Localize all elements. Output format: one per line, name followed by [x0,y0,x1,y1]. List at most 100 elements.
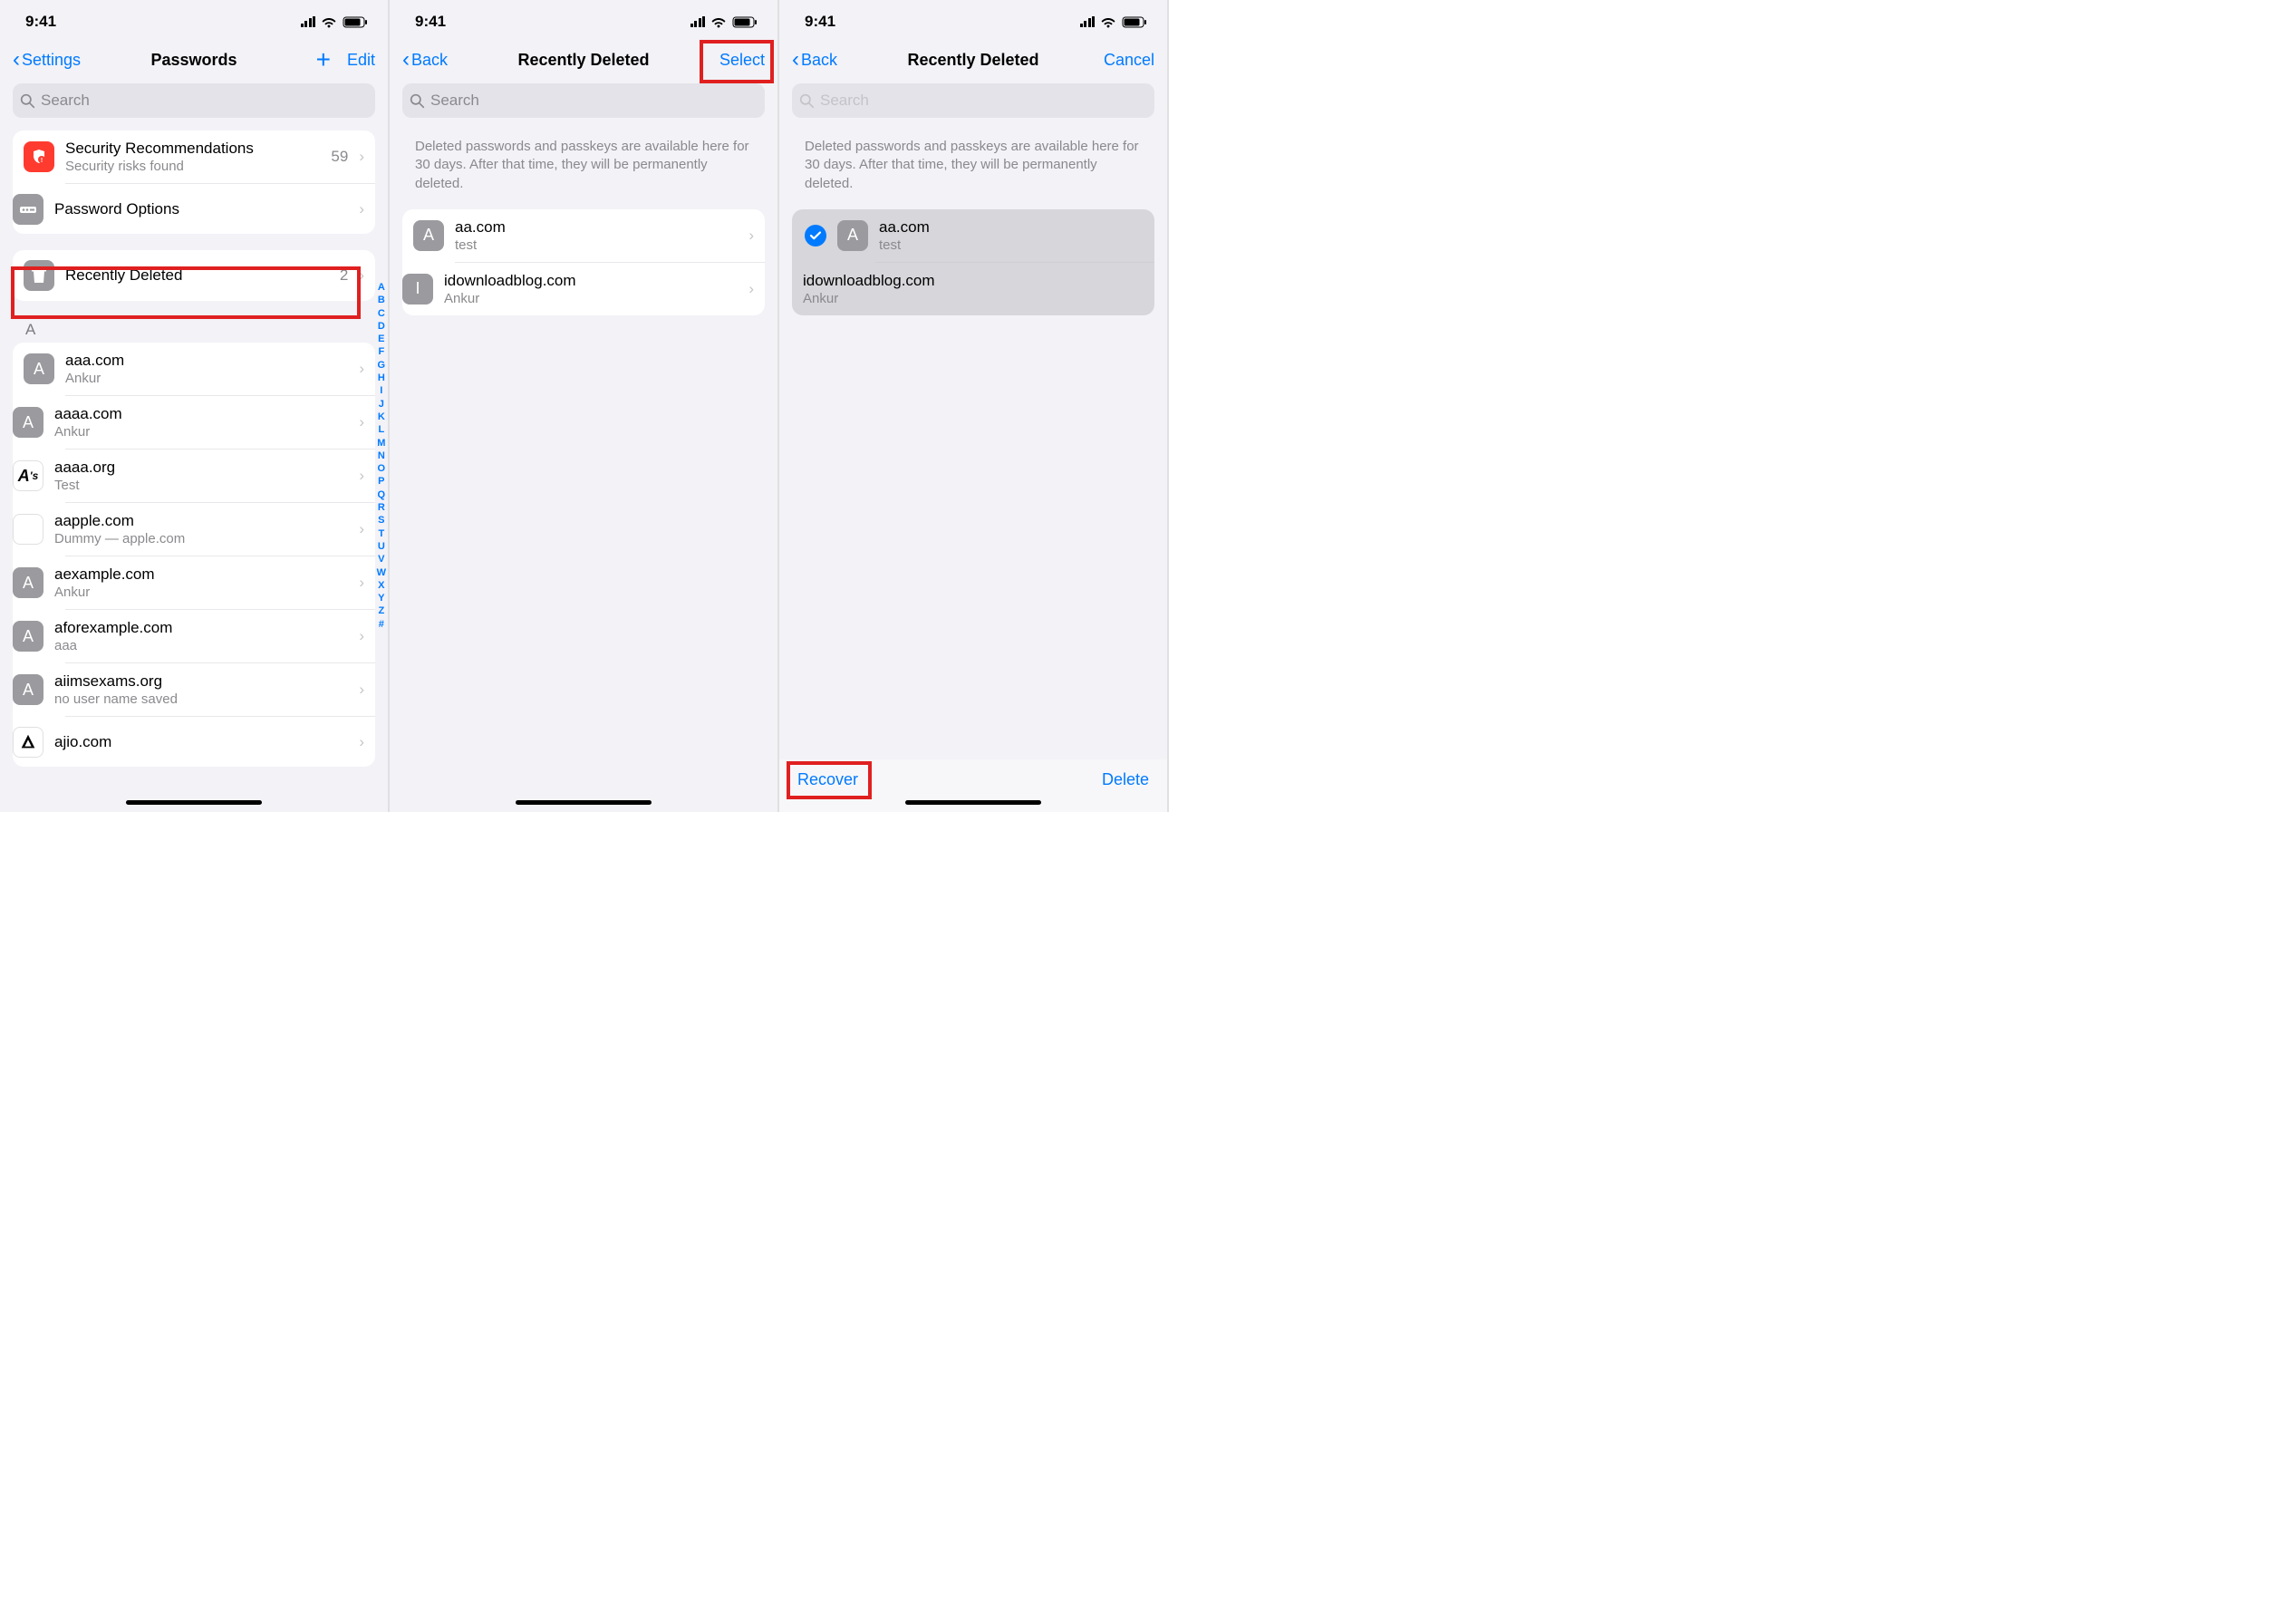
index-letter[interactable]: T [377,527,386,540]
status-bar: 9:41 [779,0,1167,40]
index-letter[interactable]: R [377,501,386,514]
deleted-row[interactable]: Iidownloadblog.comAnkur› [455,262,765,315]
screen-passwords: 9:41 ‹ Settings Passwords + Edit Search … [0,0,390,812]
back-button[interactable]: ‹ Back [792,47,837,72]
trash-icon [24,260,54,291]
row-count: 59 [331,148,348,166]
deleted-row-selected[interactable]: Iidownloadblog.comAnkur [875,262,1154,315]
wifi-icon [710,16,727,28]
index-letter[interactable]: V [377,553,386,566]
page-title: Recently Deleted [907,51,1038,70]
home-indicator[interactable] [905,800,1041,805]
add-button[interactable]: + [316,45,331,74]
password-row[interactable]: aapple.comDummy — apple.com› [65,502,375,556]
search-input[interactable]: Search [402,83,765,118]
nav-bar: ‹ Settings Passwords + Edit [0,40,388,80]
select-button[interactable]: Select [719,51,765,70]
alpha-index[interactable]: ABCDEFGHIJKLMNOPQRSTUVWXYZ# [377,281,386,631]
cellular-icon [690,16,706,27]
password-row[interactable]: Aaaaa.comAnkur› [65,395,375,449]
back-label: Settings [22,51,81,70]
index-letter[interactable]: Z [377,604,386,617]
index-letter[interactable]: W [377,566,386,579]
search-input[interactable]: Search [13,83,375,118]
index-letter[interactable]: M [377,437,386,450]
home-indicator[interactable] [126,800,262,805]
row-title: Password Options [54,200,348,218]
index-letter[interactable]: X [377,579,386,592]
status-bar: 9:41 [390,0,777,40]
password-row[interactable]: Aaaa.comAnkur› [13,343,375,395]
password-options-row[interactable]: Password Options › [65,183,375,234]
index-letter[interactable]: K [377,411,386,423]
index-letter[interactable]: H [377,372,386,384]
index-letter[interactable]: Y [377,592,386,604]
chevron-right-icon: › [748,280,754,298]
index-letter[interactable]: E [377,333,386,345]
index-letter[interactable]: C [377,307,386,320]
battery-icon [343,16,368,28]
site-icon: A's [13,460,43,491]
index-letter[interactable]: B [377,294,386,306]
row-title: idownloadblog.com [803,272,1144,290]
chevron-right-icon: › [748,227,754,245]
site-letter-icon: A [413,220,444,251]
row-title: aaaa.org [54,459,348,477]
row-sub: Ankur [65,371,348,386]
index-letter[interactable]: U [377,540,386,553]
nav-bar: ‹ Back Recently Deleted Select [390,40,777,80]
index-letter[interactable]: A [377,281,386,294]
deleted-row-selected[interactable]: Aaa.comtest [792,209,1154,262]
index-letter[interactable]: # [377,618,386,631]
chevron-right-icon: › [359,148,364,166]
edit-button[interactable]: Edit [347,51,375,70]
password-row[interactable]: Aaforexample.comaaa› [65,609,375,662]
row-sub: aaa [54,638,348,653]
chevron-right-icon: › [359,574,364,592]
row-sub: test [879,237,1144,253]
password-row[interactable]: ajio.com› [65,716,375,767]
index-letter[interactable]: L [377,423,386,436]
search-placeholder: Search [41,92,90,110]
apple-icon [13,514,43,545]
site-letter-icon: A [13,621,43,652]
password-row[interactable]: A'saaaa.orgTest› [65,449,375,502]
index-letter[interactable]: S [377,514,386,527]
password-row[interactable]: Aaiimsexams.orgno user name saved› [65,662,375,716]
delete-button[interactable]: Delete [1102,770,1149,789]
index-letter[interactable]: O [377,462,386,475]
index-letter[interactable]: P [377,475,386,488]
chevron-right-icon: › [359,360,364,378]
status-indicators [1080,16,1148,28]
index-letter[interactable]: D [377,320,386,333]
recover-button[interactable]: Recover [797,770,858,789]
cancel-button[interactable]: Cancel [1104,51,1154,70]
index-letter[interactable]: J [377,398,386,411]
row-title: Security Recommendations [65,140,320,158]
back-button[interactable]: ‹ Back [402,47,448,72]
index-letter[interactable]: Q [377,488,386,501]
shield-alert-icon: ! [24,141,54,172]
security-recommendations-row[interactable]: ! Security Recommendations Security risk… [13,130,375,183]
search-input[interactable]: Search [792,83,1154,118]
checkmark-icon[interactable] [805,225,826,246]
chevron-right-icon: › [359,520,364,538]
home-indicator[interactable] [516,800,652,805]
index-letter[interactable]: N [377,450,386,462]
index-letter[interactable]: G [377,359,386,372]
deleted-row[interactable]: Aaa.comtest› [402,209,765,262]
recently-deleted-row[interactable]: Recently Deleted 2 › [13,250,375,301]
chevron-right-icon: › [359,627,364,645]
back-label: Back [411,51,448,70]
index-letter[interactable]: I [377,384,386,397]
site-letter-icon: A [13,567,43,598]
search-icon [20,93,35,109]
wifi-icon [321,16,337,28]
row-title: aforexample.com [54,619,348,637]
row-sub: Test [54,478,348,493]
password-row[interactable]: Aaexample.comAnkur› [65,556,375,609]
back-button[interactable]: ‹ Settings [13,47,81,72]
index-letter[interactable]: F [377,345,386,358]
cellular-icon [1080,16,1096,27]
deleted-list: Aaa.comtest›Iidownloadblog.comAnkur› [402,209,765,315]
